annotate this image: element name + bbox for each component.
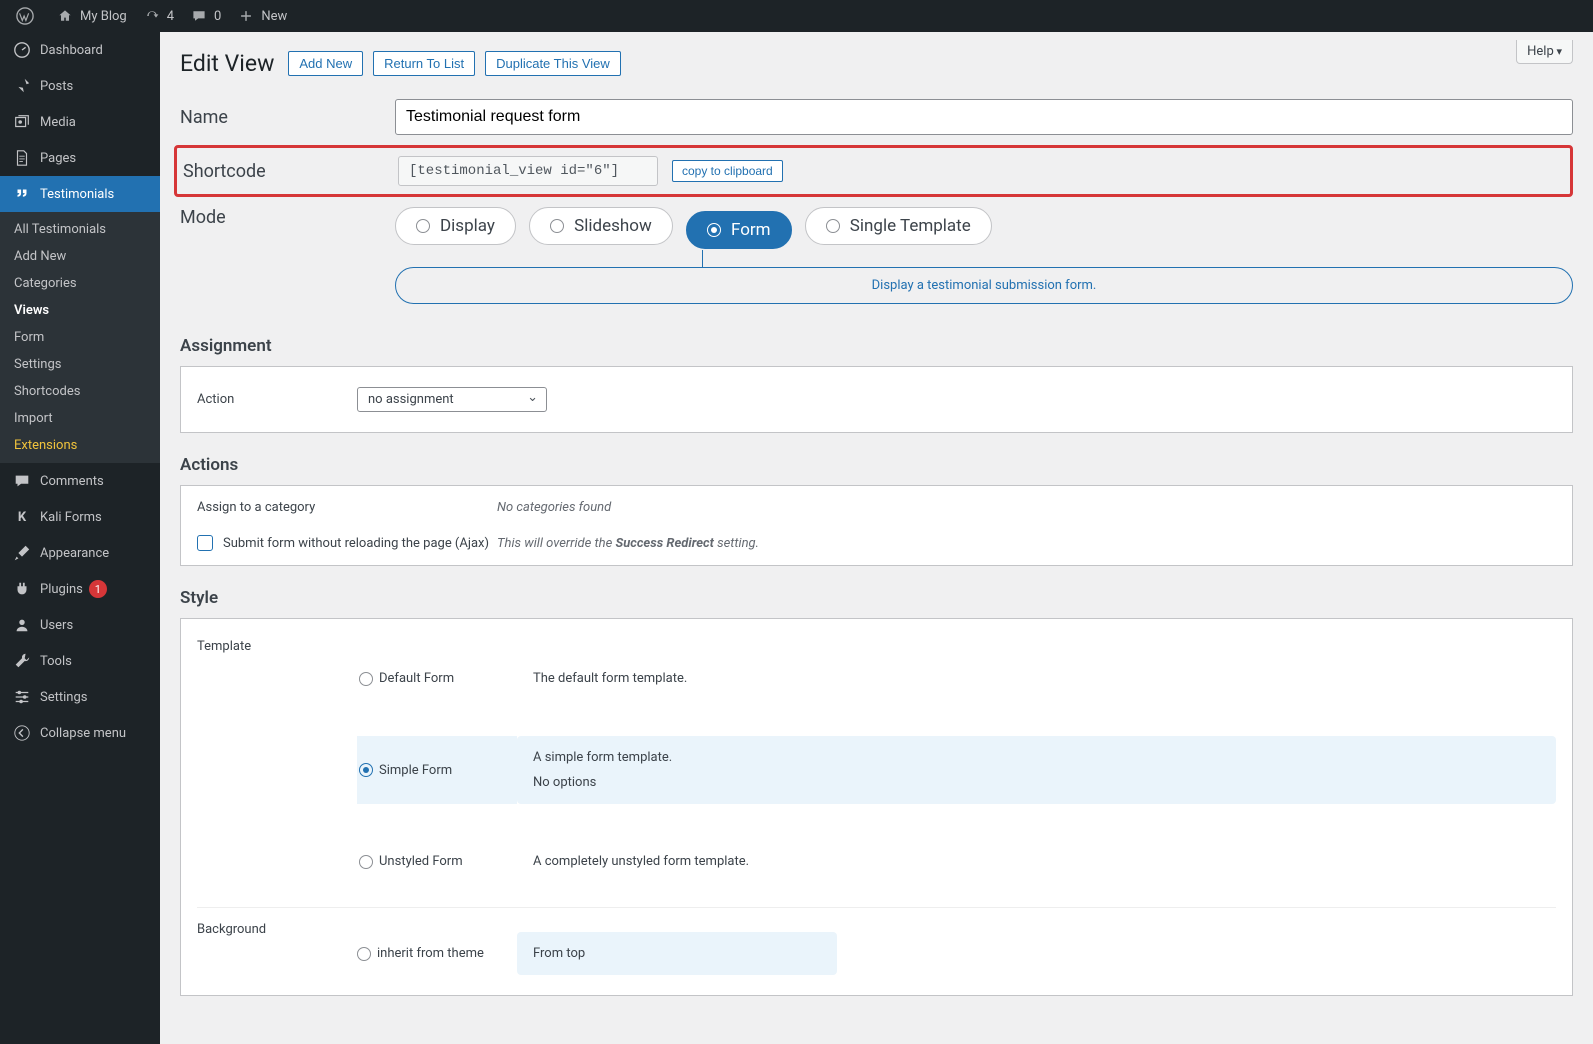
- menu-pages[interactable]: Pages: [0, 140, 160, 176]
- menu-dashboard[interactable]: Dashboard: [0, 32, 160, 68]
- admin-toolbar: My Blog 4 0 New: [0, 0, 1593, 32]
- quote-icon: [12, 184, 32, 204]
- menu-media[interactable]: Media: [0, 104, 160, 140]
- template-label: Template: [197, 639, 357, 654]
- updates-link[interactable]: 4: [135, 0, 182, 32]
- shortcode-input[interactable]: [398, 156, 658, 186]
- comment-icon: [190, 7, 208, 25]
- mode-slideshow[interactable]: Slideshow: [529, 207, 673, 245]
- site-link[interactable]: My Blog: [48, 0, 135, 32]
- mode-description: Display a testimonial submission form.: [395, 267, 1573, 304]
- shortcode-highlight: Shortcode copy to clipboard: [174, 145, 1573, 197]
- actions-heading: Actions: [180, 455, 1573, 475]
- sub-extensions[interactable]: Extensions: [0, 432, 160, 459]
- ajax-label: Submit form without reloading the page (…: [223, 536, 489, 551]
- actions-panel: Assign to a category No categories found…: [180, 485, 1573, 566]
- sub-views[interactable]: Views: [0, 297, 160, 324]
- bg-inherit[interactable]: inherit from theme: [357, 946, 517, 961]
- wrench-icon: [12, 651, 32, 671]
- wp-logo[interactable]: [8, 0, 48, 32]
- assignment-heading: Assignment: [180, 336, 1573, 356]
- sub-settings[interactable]: Settings: [0, 351, 160, 378]
- add-new-button[interactable]: Add New: [288, 51, 363, 76]
- menu-tools[interactable]: Tools: [0, 643, 160, 679]
- mode-single-template[interactable]: Single Template: [805, 207, 992, 245]
- radio-icon: [359, 855, 373, 869]
- template-simple[interactable]: Simple Form A simple form template. No o…: [357, 718, 1556, 822]
- style-heading: Style: [180, 588, 1573, 608]
- radio-icon: [416, 219, 430, 233]
- sub-all-testimonials[interactable]: All Testimonials: [0, 216, 160, 243]
- updates-count: 4: [167, 9, 174, 24]
- sub-add-new[interactable]: Add New: [0, 243, 160, 270]
- sub-import[interactable]: Import: [0, 405, 160, 432]
- ajax-note: This will override the Success Redirect …: [497, 536, 1556, 551]
- home-icon: [56, 7, 74, 25]
- media-icon: [12, 112, 32, 132]
- page-title: Edit View: [180, 50, 274, 77]
- sub-categories[interactable]: Categories: [0, 270, 160, 297]
- radio-icon: [359, 672, 373, 686]
- testimonials-submenu: All Testimonials Add New Categories View…: [0, 212, 160, 463]
- dashboard-icon: [12, 40, 32, 60]
- style-panel: Template Default Form The default form t…: [180, 618, 1573, 996]
- action-select[interactable]: no assignment: [357, 387, 547, 412]
- sub-shortcodes[interactable]: Shortcodes: [0, 378, 160, 405]
- radio-icon: [707, 223, 721, 237]
- site-name: My Blog: [80, 9, 127, 24]
- plus-icon: [237, 7, 255, 25]
- menu-comments[interactable]: Comments: [0, 463, 160, 499]
- name-label: Name: [180, 107, 395, 128]
- sliders-icon: [12, 687, 32, 707]
- template-default[interactable]: Default Form The default form template.: [357, 639, 1556, 718]
- sub-form[interactable]: Form: [0, 324, 160, 351]
- mode-form[interactable]: Form: [686, 211, 792, 249]
- menu-plugins[interactable]: Plugins1: [0, 571, 160, 607]
- assign-category-label: Assign to a category: [197, 500, 497, 515]
- new-link[interactable]: New: [229, 0, 295, 32]
- radio-icon: [357, 947, 371, 961]
- menu-users[interactable]: Users: [0, 607, 160, 643]
- pin-icon: [12, 76, 32, 96]
- radio-icon: [359, 763, 373, 777]
- new-label: New: [261, 9, 287, 24]
- refresh-icon: [143, 7, 161, 25]
- chevron-left-circle-icon: [12, 723, 32, 743]
- action-label: Action: [197, 392, 357, 407]
- wordpress-icon: [16, 7, 34, 25]
- comments-link[interactable]: 0: [182, 0, 229, 32]
- radio-icon: [550, 219, 564, 233]
- background-label: Background: [197, 922, 357, 937]
- plugins-badge: 1: [89, 580, 107, 598]
- help-tab[interactable]: Help: [1516, 40, 1573, 64]
- comments-count: 0: [214, 9, 221, 24]
- collapse-menu[interactable]: Collapse menu: [0, 715, 160, 751]
- menu-appearance[interactable]: Appearance: [0, 535, 160, 571]
- mode-display[interactable]: Display: [395, 207, 516, 245]
- bg-fromtop: From top: [517, 932, 837, 975]
- duplicate-view-button[interactable]: Duplicate This View: [485, 51, 621, 76]
- page-icon: [12, 148, 32, 168]
- main-content: Help Edit View Add New Return To List Du…: [160, 32, 1593, 1044]
- plug-icon: [12, 579, 32, 599]
- return-to-list-button[interactable]: Return To List: [373, 51, 475, 76]
- menu-posts[interactable]: Posts: [0, 68, 160, 104]
- assignment-panel: Action no assignment: [180, 366, 1573, 433]
- copy-clipboard-button[interactable]: copy to clipboard: [672, 160, 783, 182]
- menu-testimonials[interactable]: Testimonials: [0, 176, 160, 212]
- shortcode-label: Shortcode: [183, 161, 398, 182]
- admin-sidebar: Dashboard Posts Media Pages Testimonials…: [0, 32, 160, 1044]
- template-unstyled[interactable]: Unstyled Form A completely unstyled form…: [357, 822, 1556, 901]
- brush-icon: [12, 543, 32, 563]
- radio-icon: [826, 219, 840, 233]
- k-icon: K: [12, 507, 32, 527]
- user-icon: [12, 615, 32, 635]
- menu-kaliforms[interactable]: KKali Forms: [0, 499, 160, 535]
- comment-icon: [12, 471, 32, 491]
- menu-settings[interactable]: Settings: [0, 679, 160, 715]
- ajax-checkbox[interactable]: [197, 535, 213, 551]
- mode-label: Mode: [180, 207, 395, 228]
- name-input[interactable]: [395, 99, 1573, 135]
- assign-category-value: No categories found: [497, 500, 1556, 515]
